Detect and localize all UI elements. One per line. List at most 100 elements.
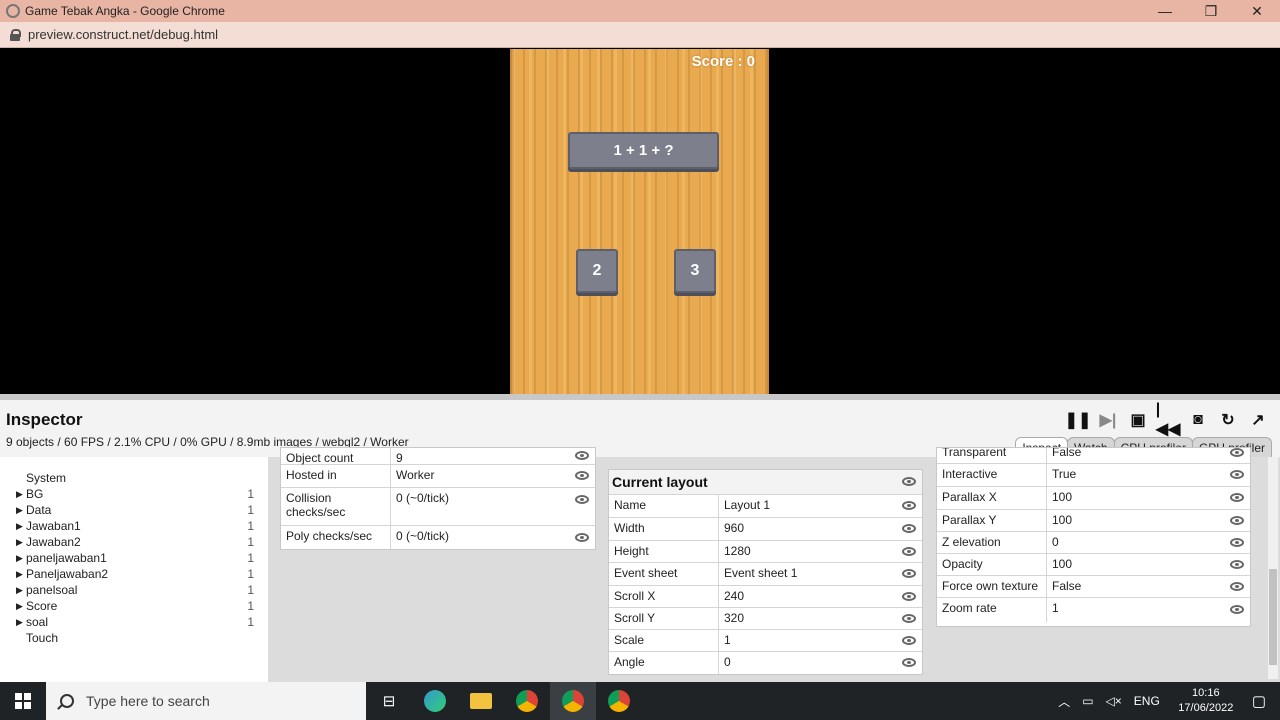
edge-icon[interactable] (412, 682, 458, 720)
step-icon[interactable]: ▶| (1098, 410, 1118, 430)
chrome-icon (6, 4, 20, 18)
file-explorer-icon[interactable] (458, 682, 504, 720)
layer-row: Z elevation 0 (937, 532, 1250, 554)
tree-item[interactable]: ▶ Data 1 (16, 502, 260, 518)
task-view-icon[interactable]: ⊟ (366, 682, 412, 720)
windows-logo-icon (15, 693, 31, 709)
clock-date: 17/06/2022 (1178, 702, 1234, 714)
eye-icon[interactable] (902, 501, 916, 510)
popout-icon[interactable]: ↗ (1248, 410, 1268, 430)
expand-icon: ▶ (16, 616, 23, 627)
chrome-icon[interactable] (504, 682, 550, 720)
eye-icon[interactable] (1230, 605, 1244, 614)
eye-icon[interactable] (902, 569, 916, 578)
system-row: Hosted in Worker (281, 465, 595, 488)
tree-item[interactable]: System (16, 470, 260, 486)
chrome-icon-2[interactable] (596, 682, 642, 720)
expand-icon: ▶ (16, 568, 23, 579)
restart-icon[interactable]: |◀◀ (1156, 401, 1181, 438)
layer-row: Zoom rate 1 (937, 598, 1250, 622)
layer-row: Transparent False (937, 448, 1250, 464)
eye-icon[interactable] (902, 613, 916, 623)
clock[interactable]: 10:16 17/06/2022 (1166, 686, 1246, 716)
tree-item[interactable]: ▶ paneljawaban1 1 (16, 550, 260, 566)
close-button[interactable]: ✕ (1234, 0, 1280, 22)
eye-icon[interactable] (1230, 493, 1244, 502)
tree-item[interactable]: ▶ Jawaban1 1 (16, 518, 260, 534)
volume-icon[interactable]: ◁× (1106, 694, 1122, 708)
tree-item[interactable]: Touch (16, 630, 260, 646)
answer-button-1[interactable]: 2 (576, 249, 618, 293)
screenshot-icon[interactable]: ◙ (1188, 410, 1208, 430)
eye-icon[interactable] (1230, 581, 1244, 591)
layout-row: Name Layout 1 (609, 495, 922, 518)
minimize-button[interactable]: — (1142, 0, 1188, 22)
question-panel: 1 + 1 + ? (568, 132, 719, 169)
tree-item[interactable]: ▶ Jawaban2 1 (16, 534, 260, 550)
tree-item[interactable]: ▶ panelsoal 1 (16, 582, 260, 598)
eye-icon[interactable] (1230, 515, 1244, 525)
layout-row: Scroll Y 320 (609, 608, 922, 630)
inspector-scrollbar[interactable] (1268, 457, 1278, 679)
layer-row: Parallax Y 100 (937, 510, 1250, 532)
expand-icon: ▶ (16, 584, 23, 595)
eye-icon[interactable] (902, 524, 916, 533)
layer-table: Transparent False Interactive True Paralla… (936, 447, 1251, 627)
network-icon[interactable]: ▭ (1082, 694, 1093, 708)
eye-icon[interactable] (902, 477, 916, 486)
language-indicator[interactable]: ENG (1134, 694, 1160, 708)
tree-item[interactable]: ▶ Score 1 (16, 598, 260, 614)
reload-icon[interactable]: ↻ (1218, 410, 1238, 430)
expand-icon: ▶ (16, 600, 23, 611)
windows-taskbar: Type here to search ⊟ ︿ ▭ ◁× ENG 10:16 1… (0, 682, 1280, 720)
eye-icon[interactable] (575, 495, 589, 504)
inspector-title: Inspector (6, 410, 83, 429)
game-canvas[interactable]: Score : 0 1 + 1 + ? 2 3 (0, 49, 1280, 394)
properties-area: Object count 9 Hosted in Worker Collisio… (268, 447, 1280, 682)
eye-icon[interactable] (902, 546, 916, 556)
layout-section-title: Current layout (609, 470, 922, 495)
wood-board: Score : 0 1 + 1 + ? 2 3 (510, 49, 769, 394)
address-bar[interactable]: preview.construct.net/debug.html (0, 22, 1280, 48)
taskbar-search[interactable]: Type here to search (46, 682, 366, 720)
system-row: Object count 9 (281, 448, 595, 465)
layout-row: Angle 0 (609, 652, 922, 674)
expand-icon: ▶ (16, 504, 23, 515)
eye-icon[interactable] (1230, 537, 1244, 547)
chrome-profile-icon[interactable] (550, 682, 596, 720)
inspector-panel: Inspector 9 objects / 60 FPS / 2.1% CPU … (0, 400, 1280, 682)
url-text[interactable]: preview.construct.net/debug.html (28, 27, 218, 42)
tree-item[interactable]: ▶ soal 1 (16, 614, 260, 630)
maximize-button[interactable]: ❐ (1188, 0, 1234, 22)
system-tray: ︿ ▭ ◁× ENG 10:16 17/06/2022 ▢ (1052, 682, 1280, 720)
scrollbar-thumb[interactable] (1269, 569, 1277, 665)
eye-icon[interactable] (902, 658, 916, 667)
tree-item[interactable]: ▶ Paneljawaban2 1 (16, 566, 260, 582)
system-table: Object count 9 Hosted in Worker Collisio… (280, 447, 596, 550)
eye-icon[interactable] (902, 591, 916, 601)
eye-icon[interactable] (902, 635, 916, 645)
start-button[interactable] (0, 682, 46, 720)
layer-row: Force own texture False (937, 576, 1250, 598)
notifications-icon[interactable]: ▢ (1252, 692, 1266, 710)
eye-icon[interactable] (575, 451, 589, 460)
answer-button-2[interactable]: 3 (674, 249, 716, 293)
eye-icon[interactable] (575, 532, 589, 542)
window-titlebar: Game Tebak Angka - Google Chrome — ❐ ✕ (0, 0, 1280, 22)
layout-row: Scale 1 (609, 630, 922, 652)
clock-time: 10:16 (1192, 687, 1220, 699)
expand-icon: ▶ (16, 536, 23, 547)
eye-icon[interactable] (575, 471, 589, 480)
save-icon[interactable]: ▣ (1128, 410, 1148, 430)
layer-row: Parallax X 100 (937, 487, 1250, 510)
system-row: Poly checks/sec 0 (~0/tick) (281, 526, 595, 549)
chevron-up-icon[interactable]: ︿ (1058, 693, 1070, 710)
search-placeholder: Type here to search (86, 693, 210, 709)
eye-icon[interactable] (1230, 559, 1244, 569)
eye-icon[interactable] (1230, 448, 1244, 457)
eye-icon[interactable] (1230, 470, 1244, 479)
pause-icon[interactable]: ❚❚ (1065, 410, 1092, 430)
object-tree: System ▶ BG 1 ▶ Data 1 ▶ Jawaban1 1 ▶ Jawaban2 1… (0, 457, 268, 682)
tree-item[interactable]: ▶ BG 1 (16, 486, 260, 502)
score-text: Score : 0 (691, 53, 755, 70)
